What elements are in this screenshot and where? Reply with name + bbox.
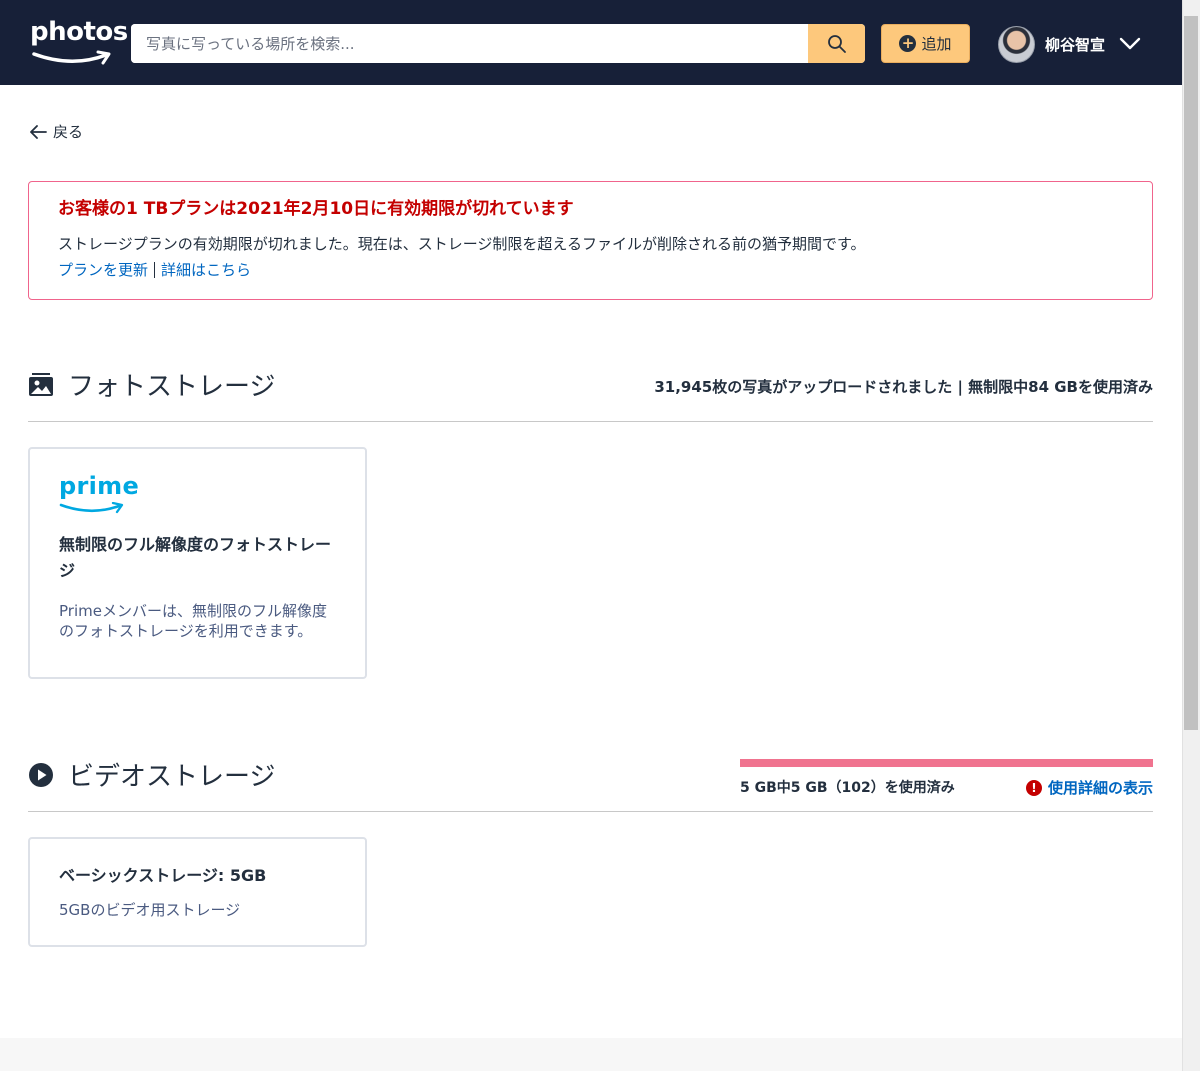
video-usage-text: 5 GB中5 GB（102）を使用済み [740,780,955,796]
prime-photo-storage-card[interactable]: prime 無制限のフル解像度のフォトストレージ Primeメンバーは、無制限の… [28,447,367,679]
photo-storage-header: フォトストレージ 31,945枚の写真がアップロードされました | 無制限中84… [28,366,1153,406]
video-usage-fill [740,759,1153,767]
basic-card-title: ベーシックストレージ: 5GB [59,866,267,885]
search-input[interactable] [131,24,808,63]
learn-more-link[interactable]: 詳細はこちら [161,260,251,280]
prime-card-description: Primeメンバーは、無制限のフル解像度のフォトストレージを利用できます。 [59,602,327,640]
footer-area [0,1038,1182,1071]
scrollbar-thumb[interactable] [1184,16,1198,730]
prime-logo: prime [59,473,335,518]
usage-details-link[interactable]: ! 使用詳細の表示 [1025,777,1153,798]
renew-plan-link[interactable]: プランを更新 [58,260,148,280]
video-section-divider [28,811,1153,812]
amazon-photos-logo[interactable]: photos [30,16,128,68]
top-navigation-bar: photos + 追加 柳谷智宣 [0,0,1182,85]
alert-title: お客様の1 TBプランは2021年2月10日に有効期限が切れています [58,199,574,219]
chevron-down-icon [1119,37,1141,50]
add-button-label: 追加 [921,35,952,53]
photo-storage-title: フォトストレージ [68,372,276,402]
alert-links: プランを更新 詳細はこちら [58,260,1152,280]
user-menu[interactable]: 柳谷智宣 [998,25,1141,63]
link-separator [154,262,156,278]
scrollbar[interactable] [1182,0,1200,1071]
search-button[interactable] [808,24,865,63]
plan-expired-alert: お客様の1 TBプランは2021年2月10日に有効期限が切れています ストレージ… [28,181,1153,300]
back-label: 戻る [53,123,84,141]
video-storage-title: ビデオストレージ [68,762,276,792]
avatar [998,25,1035,63]
search-icon [827,34,846,53]
add-button[interactable]: + 追加 [881,24,970,63]
arrow-left-icon [30,124,47,139]
logo-text: photos [30,17,128,47]
basic-card-description: 5GBのビデオ用ストレージ [59,901,241,919]
plus-icon: + [899,35,917,52]
search-box [131,24,865,63]
basic-video-storage-card[interactable]: ベーシックストレージ: 5GB 5GBのビデオ用ストレージ [28,837,367,947]
usage-details-label: 使用詳細の表示 [1047,779,1153,797]
photo-section-divider [28,421,1153,422]
back-link[interactable]: 戻る [29,121,83,142]
user-name: 柳谷智宣 [1045,35,1106,54]
alert-body: ストレージプランの有効期限が切れました。現在は、ストレージ制限を超えるファイルが… [58,235,866,253]
alert-exclamation-icon: ! [1025,779,1042,796]
prime-card-title: 無制限のフル解像度のフォトストレージ [59,535,332,580]
logo-smile-icon [32,50,111,65]
video-usage-bar [740,759,1153,767]
prime-smile-icon [59,501,124,514]
prime-logo-text: prime [59,472,140,500]
photo-storage-summary: 31,945枚の写真がアップロードされました | 無制限中84 GBを使用済み [654,378,1153,396]
play-circle-icon [29,762,53,787]
photo-icon [29,372,53,396]
